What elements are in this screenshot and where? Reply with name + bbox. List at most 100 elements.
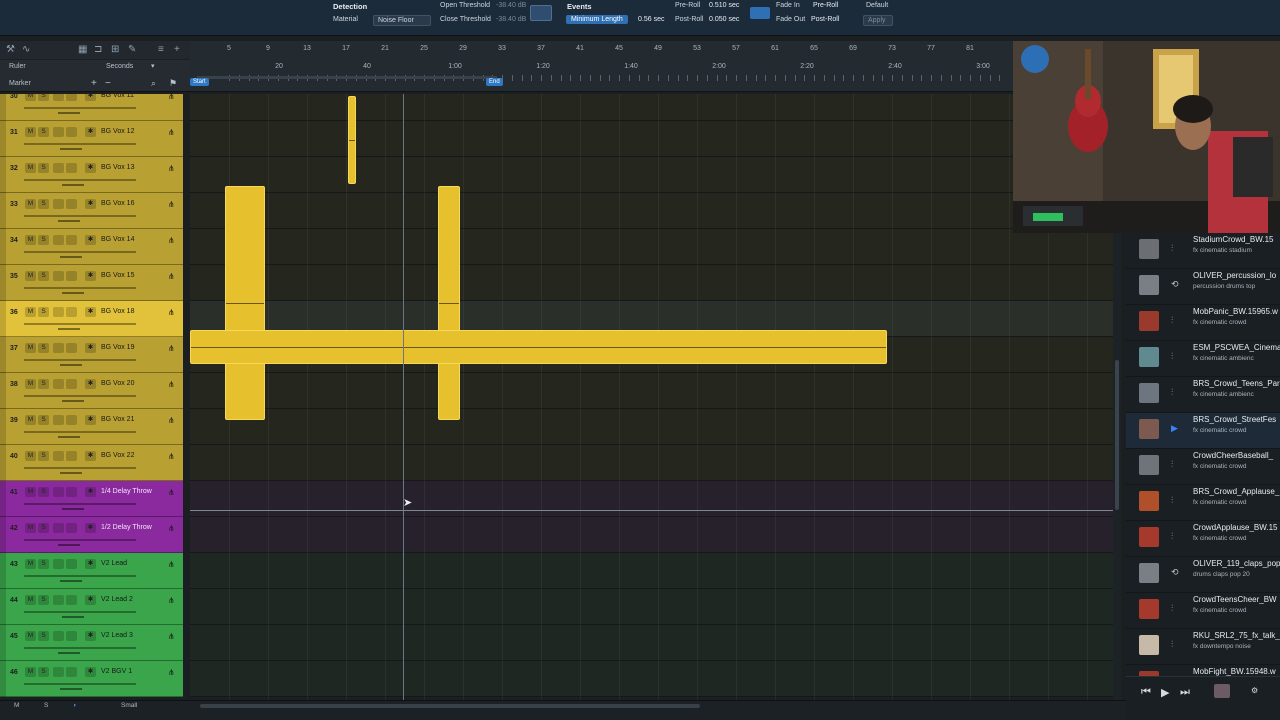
- volume-fader[interactable]: [24, 287, 136, 289]
- chevron-down-icon[interactable]: ▾: [151, 62, 155, 70]
- record-button[interactable]: [53, 559, 64, 569]
- zoom-icon[interactable]: ◗: [73, 702, 77, 709]
- track-color-strip[interactable]: [0, 409, 6, 445]
- track-size-select[interactable]: Small: [121, 702, 137, 709]
- track-instrument-icon[interactable]: ✱: [85, 235, 96, 245]
- pan-slider[interactable]: [58, 112, 80, 114]
- track-color-strip[interactable]: [0, 517, 6, 553]
- timeline-ruler[interactable]: 5 9 13 17 21 25 29 33 37 41 45 49 53 57 61 65 69 73 77 81 20…: [190, 41, 1013, 92]
- track-name[interactable]: V2 BGV 1: [101, 668, 132, 675]
- solo-button[interactable]: S: [38, 127, 49, 137]
- monitor-button[interactable]: [66, 379, 77, 389]
- track-instrument-icon[interactable]: ✱: [85, 595, 96, 605]
- mute-button[interactable]: M: [25, 379, 36, 389]
- track-instrument-icon[interactable]: ✱: [85, 94, 96, 101]
- monitor-button[interactable]: [66, 199, 77, 209]
- track-color-strip[interactable]: [0, 553, 6, 589]
- volume-fader[interactable]: [24, 395, 136, 397]
- automation-icon[interactable]: ⋔: [168, 200, 175, 209]
- monitor-button[interactable]: [66, 595, 77, 605]
- solo-button[interactable]: S: [38, 631, 49, 641]
- solo-button[interactable]: S: [38, 379, 49, 389]
- record-button[interactable]: [53, 307, 64, 317]
- close-threshold-value[interactable]: -38.40 dB: [496, 16, 526, 23]
- mute-button[interactable]: M: [25, 415, 36, 425]
- track-lane[interactable]: [190, 94, 1116, 121]
- play-icon[interactable]: ▶: [1171, 423, 1178, 434]
- track-instrument-icon[interactable]: ✱: [85, 631, 96, 641]
- track-header[interactable]: 45 M S ✱ V2 Lead 3 ⋔: [0, 625, 183, 661]
- skip-forward-icon[interactable]: ⏭: [1180, 686, 1190, 699]
- track-lane[interactable]: [190, 445, 1116, 481]
- track-instrument-icon[interactable]: ✱: [85, 415, 96, 425]
- automation-icon[interactable]: ⋔: [168, 164, 175, 173]
- track-name[interactable]: V2 Lead 2: [101, 596, 133, 603]
- waveform-icon[interactable]: ⫶: [1171, 495, 1173, 506]
- volume-fader[interactable]: [24, 503, 136, 505]
- pan-slider[interactable]: [60, 580, 82, 582]
- pan-slider[interactable]: [62, 400, 84, 402]
- track-lane[interactable]: [190, 157, 1116, 193]
- mute-button[interactable]: M: [25, 523, 36, 533]
- pan-slider[interactable]: [60, 364, 82, 366]
- monitor-button[interactable]: [66, 487, 77, 497]
- automation-icon[interactable]: ⋔: [168, 380, 175, 389]
- fade-out-value[interactable]: Post-Roll: [811, 16, 839, 23]
- audio-clip[interactable]: [438, 186, 460, 420]
- record-button[interactable]: [53, 631, 64, 641]
- waveform-icon[interactable]: ⫶: [1171, 351, 1173, 362]
- mute-button[interactable]: M: [25, 235, 36, 245]
- solo-button[interactable]: S: [38, 451, 49, 461]
- mute-button[interactable]: M: [25, 307, 36, 317]
- record-button[interactable]: [53, 235, 64, 245]
- track-header[interactable]: 34 M S ✱ BG Vox 14 ⋔: [0, 229, 183, 265]
- waveform-icon[interactable]: ⫶: [1171, 459, 1173, 470]
- pan-slider[interactable]: [62, 616, 84, 618]
- automation-icon[interactable]: ⋔: [168, 524, 175, 533]
- solo-button[interactable]: S: [38, 271, 49, 281]
- track-name[interactable]: BG Vox 20: [101, 380, 134, 387]
- track-header[interactable]: 40 M S ✱ BG Vox 22 ⋔: [0, 445, 183, 481]
- threshold-link-toggle[interactable]: [530, 5, 552, 21]
- monitor-button[interactable]: [66, 307, 77, 317]
- pre-roll-value[interactable]: 0.510 sec: [709, 2, 739, 9]
- mute-button[interactable]: M: [25, 595, 36, 605]
- pan-slider[interactable]: [58, 544, 80, 546]
- monitor-button[interactable]: [66, 415, 77, 425]
- volume-fader[interactable]: [24, 215, 136, 217]
- mute-button[interactable]: M: [25, 271, 36, 281]
- track-lane[interactable]: [190, 193, 1116, 229]
- automation-icon[interactable]: ⋔: [168, 236, 175, 245]
- pan-slider[interactable]: [62, 508, 84, 510]
- audio-clip[interactable]: [225, 186, 265, 420]
- record-button[interactable]: [53, 343, 64, 353]
- record-button[interactable]: [53, 487, 64, 497]
- record-button[interactable]: [53, 127, 64, 137]
- pan-slider[interactable]: [60, 688, 82, 690]
- automation-icon[interactable]: ⋔: [168, 272, 175, 281]
- mute-button[interactable]: M: [25, 163, 36, 173]
- volume-fader[interactable]: [24, 323, 136, 325]
- record-button[interactable]: [53, 379, 64, 389]
- track-name[interactable]: BG Vox 12: [101, 128, 134, 135]
- settings-icon[interactable]: ⚙: [1251, 686, 1258, 695]
- track-lane[interactable]: [190, 265, 1116, 301]
- mute-button[interactable]: M: [25, 94, 36, 101]
- track-lane[interactable]: [190, 589, 1116, 625]
- volume-fader[interactable]: [24, 575, 136, 577]
- track-lane[interactable]: [190, 517, 1116, 553]
- mute-button[interactable]: M: [25, 127, 36, 137]
- record-button[interactable]: [53, 199, 64, 209]
- track-color-strip[interactable]: [0, 661, 6, 697]
- track-header[interactable]: 35 M S ✱ BG Vox 15 ⋔: [0, 265, 183, 301]
- default-button[interactable]: Default: [866, 2, 888, 9]
- track-color-strip[interactable]: [0, 337, 6, 373]
- track-lane[interactable]: [190, 481, 1116, 517]
- waveform-icon[interactable]: ⫶: [1171, 603, 1173, 614]
- track-color-strip[interactable]: [0, 229, 6, 265]
- minimum-length-value[interactable]: 0.56 sec: [638, 16, 664, 23]
- track-header[interactable]: 36 M S ✱ BG Vox 18 ⋔: [0, 301, 183, 337]
- track-color-strip[interactable]: [0, 265, 6, 301]
- volume-fader[interactable]: [24, 539, 136, 541]
- waveform-icon[interactable]: ⫶: [1171, 315, 1173, 326]
